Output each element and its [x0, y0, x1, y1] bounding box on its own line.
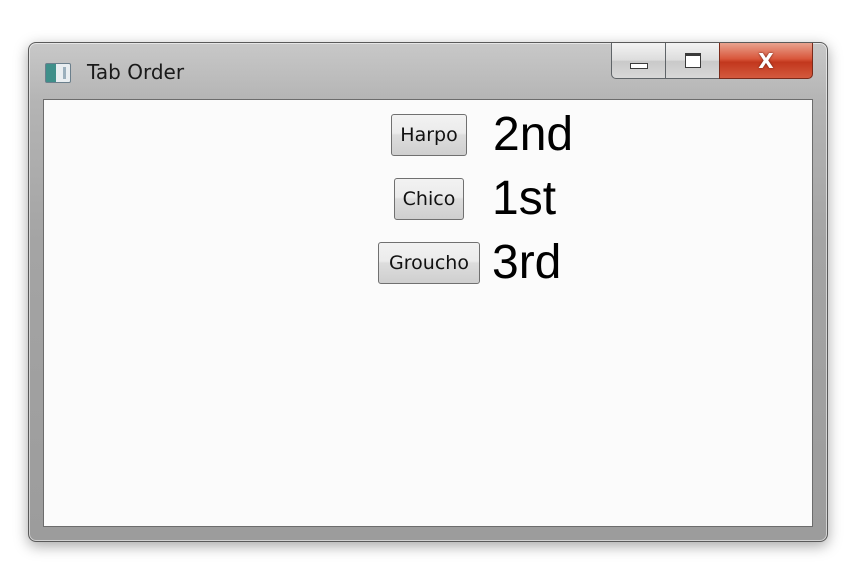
close-button[interactable]: X: [719, 43, 813, 79]
chico-order-label: 1st: [492, 172, 557, 225]
client-area: Harpo 2nd Chico 1st Groucho 3rd: [43, 99, 813, 527]
harpo-order-label: 2nd: [493, 108, 574, 161]
chico-button[interactable]: Chico: [394, 178, 464, 220]
row-chico: Chico 1st: [394, 174, 556, 224]
caption-buttons: X: [611, 43, 813, 81]
close-icon: X: [758, 48, 774, 73]
groucho-button[interactable]: Groucho: [378, 242, 480, 284]
app-window: Tab Order X Harpo 2nd Chico 1st Groucho …: [28, 42, 828, 542]
window-app-icon[interactable]: [45, 63, 71, 83]
groucho-order-label: 3rd: [492, 236, 562, 289]
minimize-icon: [629, 62, 648, 69]
harpo-button[interactable]: Harpo: [391, 114, 467, 156]
window-title: Tab Order: [87, 60, 185, 84]
minimize-button[interactable]: [611, 43, 665, 79]
maximize-button[interactable]: [665, 43, 719, 79]
row-groucho: Groucho 3rd: [378, 238, 561, 288]
title-bar[interactable]: Tab Order X: [29, 43, 827, 99]
row-harpo: Harpo 2nd: [391, 110, 573, 160]
maximize-icon: [684, 53, 701, 68]
